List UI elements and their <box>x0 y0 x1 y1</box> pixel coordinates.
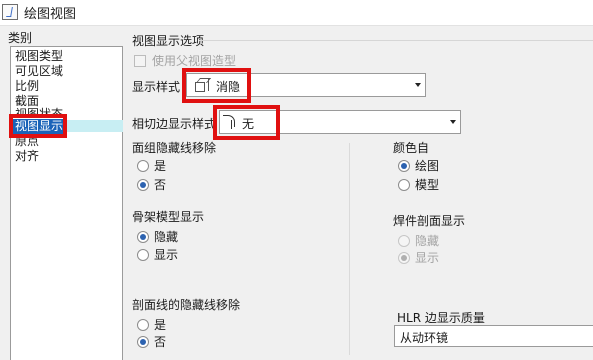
category-item-view-display[interactable]: 视图显示 <box>13 119 66 134</box>
section-removal-yes[interactable]: 是 <box>137 316 166 333</box>
option-label: 绘图 <box>415 159 440 173</box>
option-label: 显示 <box>154 248 179 262</box>
tangent-edge-label: 相切边显示样式 <box>132 117 217 131</box>
category-item-scale[interactable]: 比例 <box>15 79 39 94</box>
app-icon <box>2 4 18 20</box>
skeleton-display-show[interactable]: 显示 <box>137 246 178 263</box>
view-display-panel: 视图显示选项 使用父视图造型 显示样式 消隐 相切边显示样式 无 面组隐藏线移除… <box>123 26 593 360</box>
option-label: 是 <box>154 159 167 173</box>
chevron-down-icon <box>450 120 456 124</box>
hlr-quality-label: HLR 边显示质量 <box>397 311 485 325</box>
option-label: 显示 <box>415 251 440 265</box>
weld-section-label: 焊件剖面显示 <box>393 214 466 228</box>
radio-button-checked[interactable] <box>398 160 410 172</box>
cube-icon <box>195 78 212 92</box>
face-group-removal-yes[interactable]: 是 <box>137 157 166 174</box>
tangent-edge-icon <box>223 114 239 130</box>
column-divider <box>349 143 350 355</box>
hlr-quality-value: 从动环镜 <box>400 331 449 345</box>
skeleton-display-label: 骨架模型显示 <box>132 210 205 224</box>
category-item-visible-area[interactable]: 可见区域 <box>15 64 63 79</box>
option-label: 模型 <box>415 178 440 192</box>
color-from-drawing[interactable]: 绘图 <box>398 157 439 174</box>
group-divider <box>199 40 593 41</box>
tangent-edge-value: 无 <box>242 117 255 131</box>
radio-button-checked[interactable] <box>137 179 149 191</box>
radio-button-disabled-checked <box>398 252 410 264</box>
radio-button[interactable] <box>398 179 410 191</box>
window-title: 绘图视图 <box>24 7 77 22</box>
face-group-removal-label: 面组隐藏线移除 <box>132 141 217 155</box>
radio-button[interactable] <box>137 319 149 331</box>
color-from-model[interactable]: 模型 <box>398 176 439 193</box>
radio-button-checked[interactable] <box>137 336 149 348</box>
use-parent-label: 使用父视图造型 <box>152 54 237 68</box>
option-label: 隐藏 <box>154 230 179 244</box>
skeleton-display-hide[interactable]: 隐藏 <box>137 228 178 245</box>
radio-button[interactable] <box>137 249 149 261</box>
category-item-view-type[interactable]: 视图类型 <box>15 49 63 64</box>
option-label: 否 <box>154 178 167 192</box>
option-label: 隐藏 <box>415 234 440 248</box>
hlr-quality-dropdown[interactable]: 从动环镜 <box>394 325 593 347</box>
option-label: 否 <box>154 335 167 349</box>
category-list[interactable]: 视图类型 可见区域 比例 截面 视图状态 视图显示 原点 对齐 <box>10 46 123 360</box>
view-display-group-title: 视图显示选项 <box>132 34 205 48</box>
section-removal-label: 剖面线的隐藏线移除 <box>132 298 241 312</box>
category-item-view-state[interactable]: 视图状态 <box>15 107 63 118</box>
category-item-origin[interactable]: 原点 <box>15 134 39 149</box>
use-parent-row: 使用父视图造型 <box>134 52 236 69</box>
display-style-label: 显示样式 <box>132 80 181 94</box>
section-removal-no[interactable]: 否 <box>137 333 166 350</box>
radio-button-disabled <box>398 235 410 247</box>
weld-section-hide: 隐藏 <box>398 232 439 249</box>
display-style-dropdown[interactable]: 消隐 <box>186 73 426 97</box>
category-item-alignment[interactable]: 对齐 <box>15 149 39 164</box>
face-group-removal-no[interactable]: 否 <box>137 176 166 193</box>
option-label: 是 <box>154 318 167 332</box>
weld-section-show: 显示 <box>398 249 439 266</box>
radio-button-checked[interactable] <box>137 231 149 243</box>
title-bar: 绘图视图 <box>0 0 593 26</box>
display-style-value: 消隐 <box>216 80 241 94</box>
radio-button[interactable] <box>137 160 149 172</box>
category-panel: 类别 视图类型 可见区域 比例 截面 视图状态 视图显示 原点 对齐 <box>0 26 123 360</box>
selection-row-highlight <box>66 120 123 132</box>
chevron-down-icon <box>415 83 421 87</box>
use-parent-checkbox[interactable] <box>134 55 146 67</box>
category-label: 类别 <box>8 31 33 45</box>
tangent-edge-dropdown[interactable]: 无 <box>219 110 461 134</box>
color-from-label: 颜色自 <box>393 141 430 155</box>
